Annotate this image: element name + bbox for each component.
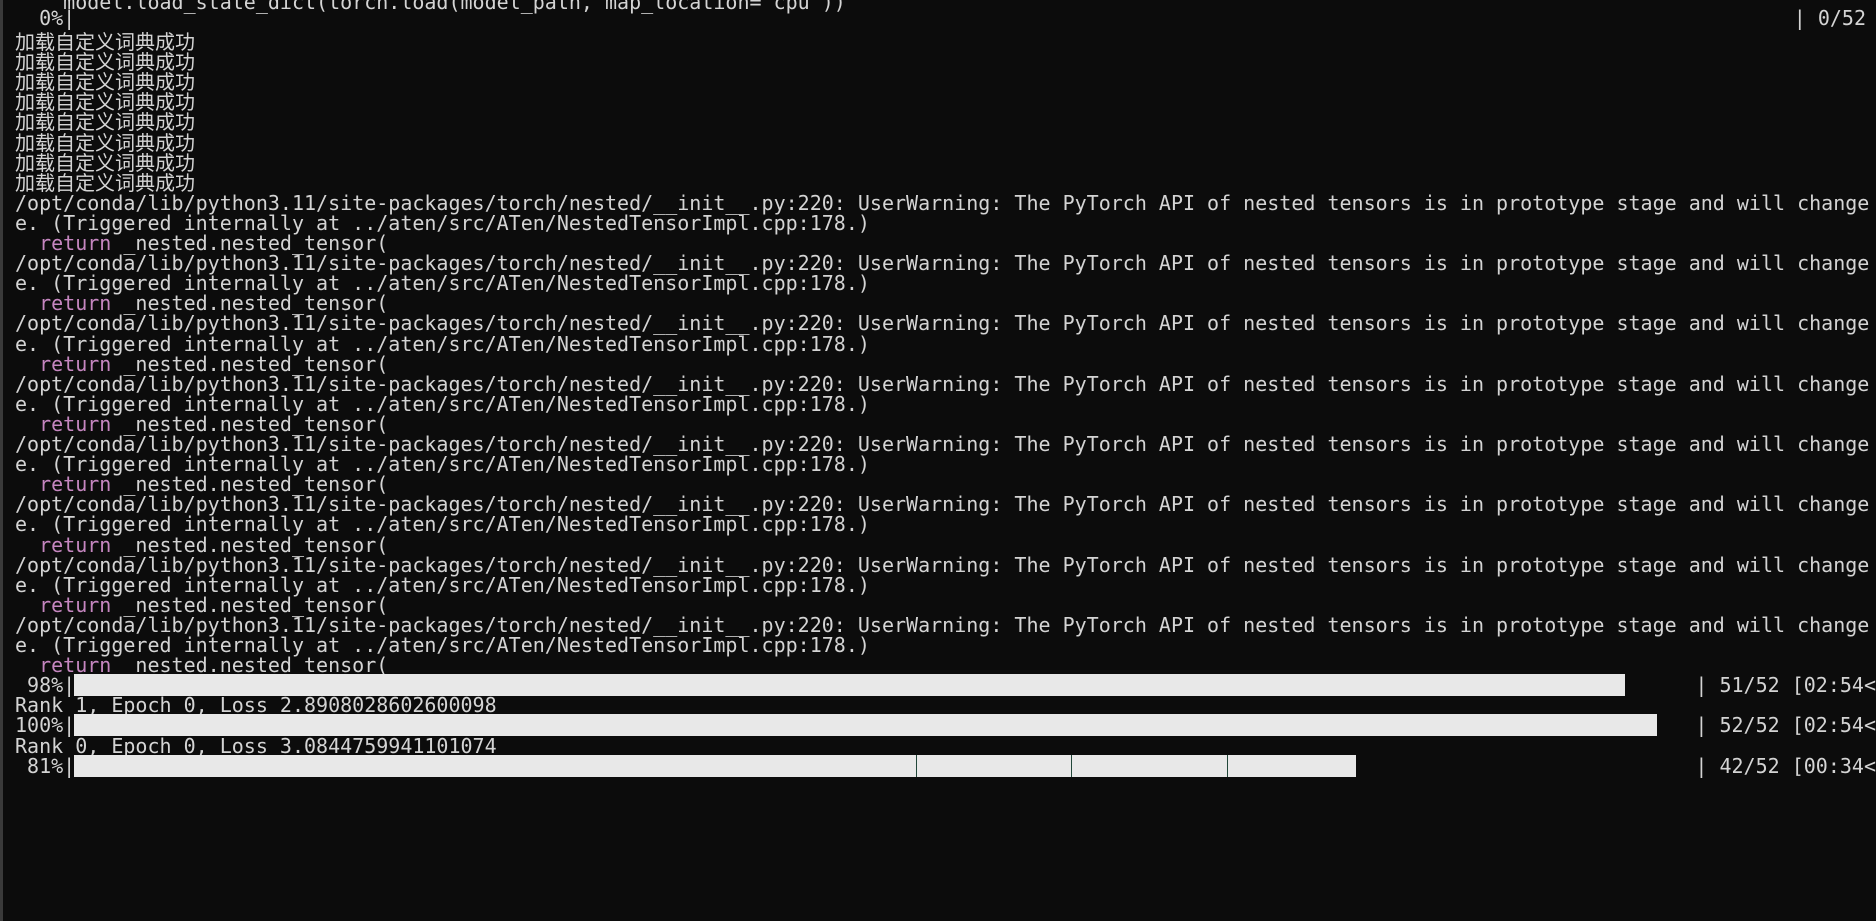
terminal-window[interactable]: model.load_state_dict(torch.load(model_p… bbox=[0, 0, 1876, 921]
progress-bar bbox=[74, 754, 1686, 777]
window-edge bbox=[0, 0, 3, 921]
progress-count: | 0/52 bbox=[1793, 6, 1866, 30]
progress-bar-line: 81%| | 42/52 [00:34< bbox=[15, 754, 1876, 778]
progress-percent: 81%| bbox=[15, 753, 76, 778]
progress-bar-fill bbox=[74, 754, 1356, 777]
progress-tick bbox=[1071, 754, 1072, 777]
progress-count: | 42/52 [00:34< bbox=[1695, 753, 1876, 778]
progress-tick bbox=[916, 754, 917, 777]
progress-start-line: 0%| | 0/52 bbox=[15, 6, 1876, 30]
progress-percent: 0%| bbox=[15, 6, 76, 30]
progress-tick bbox=[1227, 754, 1228, 777]
